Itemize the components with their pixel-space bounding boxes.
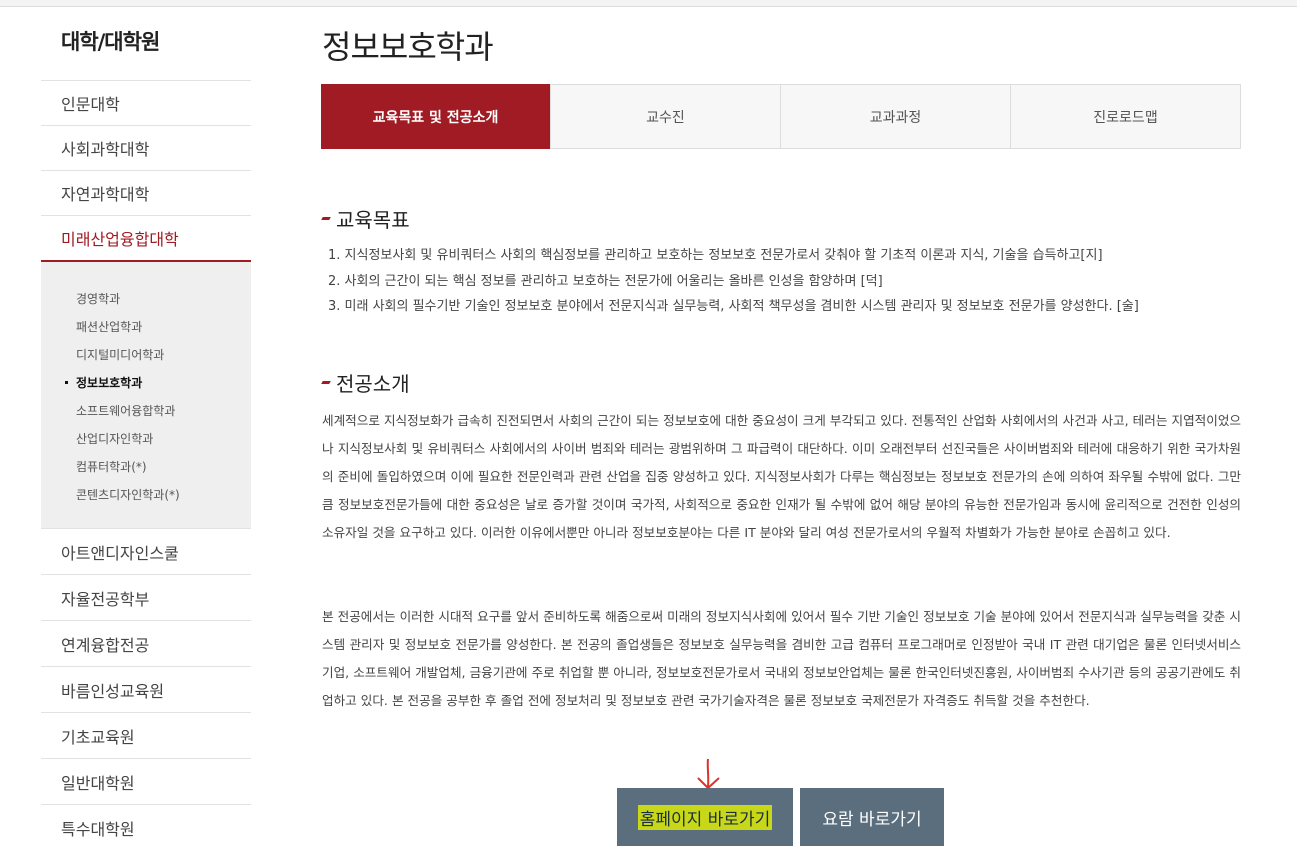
goal-item: 1. 지식정보사회 및 유비쿼터스 사회의 핵심정보를 관리하고 보호하는 정보… [328, 248, 1103, 263]
submenu-item-contents-design[interactable]: 콘텐츠디자인학과(*) [41, 480, 251, 508]
tab-goals-intro[interactable]: 교육목표 및 전공소개 [321, 84, 550, 149]
submenu-item-information-security[interactable]: 정보보호학과 [41, 368, 251, 396]
submenu-item-digital-media[interactable]: 디지털미디어학과 [41, 340, 251, 368]
tab-faculty[interactable]: 교수진 [550, 85, 780, 148]
sidebar-item-social-science[interactable]: 사회과학대학 [41, 125, 251, 170]
sidebar-item-graduate-school[interactable]: 일반대학원 [41, 758, 251, 804]
summary-button[interactable]: 요람 바로가기 [800, 788, 944, 846]
homepage-button[interactable]: 홈페이지 바로가기 [617, 788, 793, 846]
sidebar-item-future-industry[interactable]: 미래산업융합대학 [41, 215, 251, 262]
goals-heading-text: 교육목표 [336, 208, 410, 232]
sidebar-item-character-education[interactable]: 바름인성교육원 [41, 666, 251, 712]
intro-heading: 전공소개 [322, 368, 410, 397]
tab-curriculum[interactable]: 교과과정 [780, 85, 1010, 148]
heading-marker-icon [322, 379, 332, 387]
submenu-item-industrial-design[interactable]: 산업디자인학과 [41, 424, 251, 452]
submenu-item-software[interactable]: 소프트웨어융합학과 [41, 396, 251, 424]
submenu-item-fashion[interactable]: 패션산업학과 [41, 312, 251, 340]
homepage-button-label: 홈페이지 바로가기 [637, 804, 773, 830]
sidebar-item-art-design-school[interactable]: 아트앤디자인스쿨 [41, 528, 251, 574]
sidebar-item-natural-science[interactable]: 자연과학대학 [41, 170, 251, 215]
sidebar-item-convergence-major[interactable]: 연계융합전공 [41, 620, 251, 666]
intro-paragraph-2: 본 전공에서는 이러한 시대적 요구를 앞서 준비하도록 해줌으로써 미래의 정… [322, 609, 1241, 708]
sidebar-submenu: 경영학과 패션산업학과 디지털미디어학과 정보보호학과 소프트웨어융합학과 산업… [41, 262, 251, 528]
intro-paragraph-1: 세계적으로 지식정보화가 급속히 진전되면서 사회의 근간이 되는 정보보호에 … [322, 413, 1241, 540]
submenu-item-business[interactable]: 경영학과 [41, 284, 251, 312]
top-border [0, 0, 1297, 7]
sidebar-item-humanities[interactable]: 인문대학 [41, 80, 251, 125]
goal-item: 2. 사회의 근간이 되는 핵심 정보를 관리하고 보호하는 전문가에 어울리는… [328, 273, 883, 289]
tab-career-roadmap[interactable]: 진로로드맵 [1010, 85, 1240, 148]
submenu-item-computer[interactable]: 컴퓨터학과(*) [41, 452, 251, 480]
sidebar-menu-lower: 아트앤디자인스쿨 자율전공학부 연계융합전공 바름인성교육원 기초교육원 일반대… [41, 528, 251, 850]
goals-heading: 교육목표 [322, 204, 410, 233]
sidebar-title: 대학/대학원 [61, 30, 160, 54]
sidebar-menu: 인문대학 사회과학대학 자연과학대학 미래산업융합대학 경영학과 패션산업학과 … [41, 80, 251, 850]
tab-bar: 교육목표 및 전공소개 교수진 교과과정 진로로드맵 [321, 84, 1241, 149]
goals-list: 1. 지식정보사회 및 유비쿼터스 사회의 핵심정보를 관리하고 보호하는 정보… [328, 243, 1139, 320]
intro-heading-text: 전공소개 [336, 372, 410, 396]
sidebar-item-special-graduate[interactable]: 특수대학원 [41, 804, 251, 850]
sidebar-item-undeclared-major[interactable]: 자율전공학부 [41, 574, 251, 620]
heading-marker-icon [322, 215, 332, 223]
goal-item: 3. 미래 사회의 필수기반 기술인 정보보호 분야에서 전문지식과 실무능력,… [328, 299, 1139, 314]
page-title: 정보보호학과 [322, 28, 494, 66]
sidebar-item-basic-education[interactable]: 기초교육원 [41, 712, 251, 758]
